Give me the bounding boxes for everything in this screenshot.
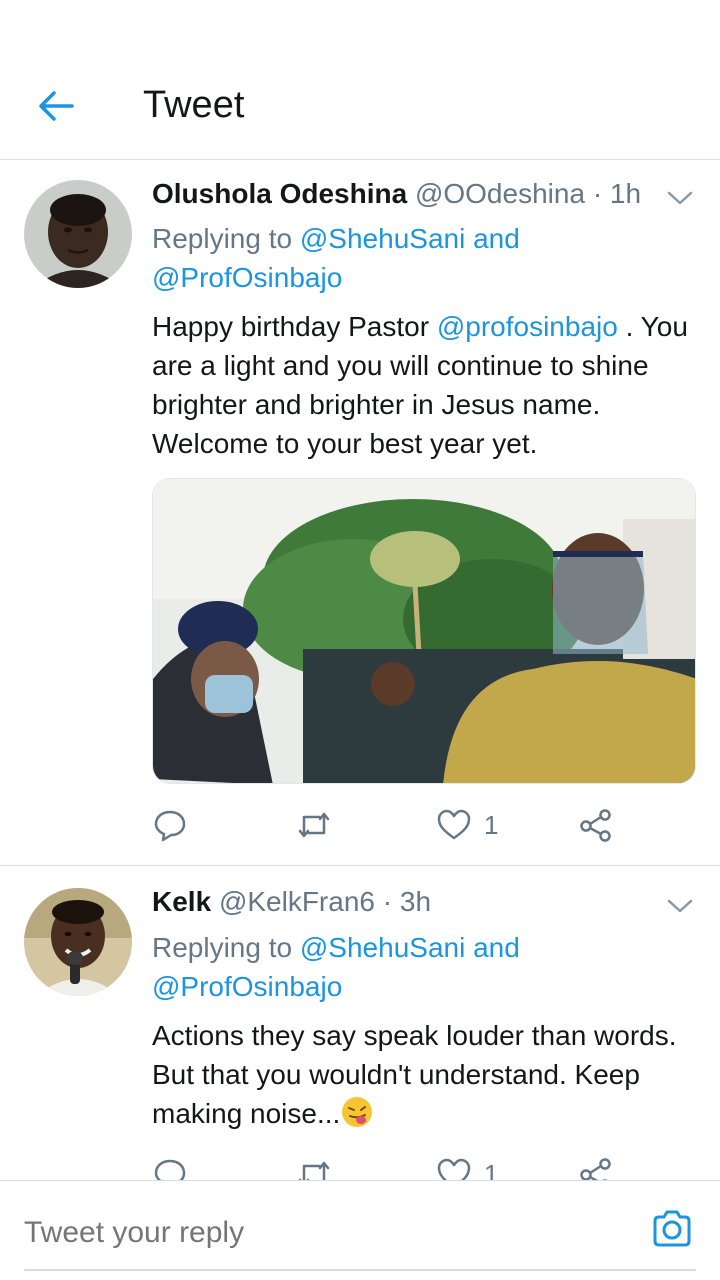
replying-to: Replying to @ShehuSani and @ProfOsinbajo [152,219,692,297]
tweet-image[interactable] [152,478,696,784]
retweet-icon [298,812,330,838]
timestamp[interactable]: · 3h [383,886,431,917]
replying-to: Replying to @ShehuSani and @ProfOsinbajo [152,928,692,1006]
timestamp[interactable]: · 1h [593,178,641,209]
replying-and: and [473,223,520,254]
camera-icon[interactable] [650,1207,694,1251]
like-icon [437,1158,471,1180]
share-button[interactable] [578,805,614,845]
tweet-2[interactable]: Kelk @KelkFran6 · 3h Replying to @ShehuS… [0,866,720,1180]
like-button[interactable]: 1 [436,1154,498,1180]
replying-and: and [473,932,520,963]
mention-link[interactable]: @profosinbajo [437,311,618,342]
tongue-emoji-icon [342,1097,373,1127]
like-count: 1 [484,1158,499,1181]
top-bar: Tweet [0,0,720,160]
page-title: Tweet [143,84,245,126]
tweet-text: Actions they say speak louder than words… [152,1016,697,1133]
share-icon [580,1158,611,1180]
reply-composer [0,1180,720,1280]
reply-button[interactable] [152,1154,188,1180]
replying-to-label: Replying to [152,932,293,963]
display-name[interactable]: Olushola Odeshina [152,178,407,209]
reply-icon [154,1159,186,1180]
mention-link[interactable]: @ProfOsinbajo [152,262,342,293]
avatar[interactable] [24,180,132,288]
tweet-text: Happy birthday Pastor @profosinbajo . Yo… [152,307,697,463]
like-icon [437,809,471,840]
replying-to-label: Replying to [152,223,293,254]
retweet-button[interactable] [296,1154,332,1180]
tweet-actions: 1 [152,805,692,845]
share-button[interactable] [578,1154,614,1180]
chevron-down-icon[interactable] [664,890,696,922]
tweet-actions: 1 [152,1154,692,1180]
composer-underline [24,1269,696,1271]
reply-input[interactable] [24,1213,624,1253]
avatar[interactable] [24,888,132,996]
mention-link[interactable]: @ShehuSani [300,932,465,963]
like-button[interactable]: 1 [436,805,498,845]
handle[interactable]: @OOdeshina [415,178,585,209]
display-name[interactable]: Kelk [152,886,211,917]
tweet-text-part: Actions they say speak louder than words… [152,1020,677,1129]
tweet-header: Kelk @KelkFran6 · 3h [152,886,431,918]
chevron-down-icon[interactable] [664,182,696,214]
tweet-header: Olushola Odeshina @OOdeshina · 1h [152,178,641,210]
tweet-1[interactable]: Olushola Odeshina @OOdeshina · 1h Replyi… [0,160,720,865]
mention-link[interactable]: @ShehuSani [300,223,465,254]
like-count: 1 [484,809,499,840]
reply-icon [154,810,186,842]
share-icon [580,809,611,842]
mention-link[interactable]: @ProfOsinbajo [152,971,342,1002]
handle[interactable]: @KelkFran6 [219,886,375,917]
retweet-icon [298,1161,330,1180]
retweet-button[interactable] [296,805,332,845]
reply-button[interactable] [152,805,188,845]
tweet-text-part: Happy birthday Pastor [152,311,430,342]
back-arrow-icon[interactable] [36,86,76,126]
